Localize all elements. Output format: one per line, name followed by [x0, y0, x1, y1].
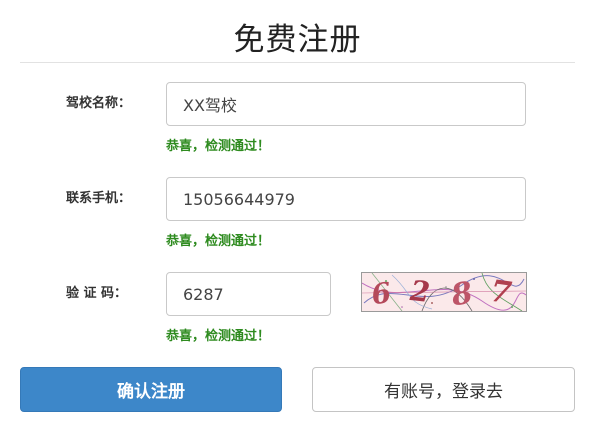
submit-register-button[interactable]: 确认注册	[20, 367, 282, 412]
captcha-label: 验 证 码：	[66, 286, 128, 301]
captcha-char: 8	[448, 275, 476, 311]
title-divider	[20, 62, 575, 63]
captcha-hint: 恭喜，检测通过！	[166, 329, 271, 344]
school-name-hint: 恭喜，检测通过！	[166, 139, 271, 154]
phone-input[interactable]	[166, 177, 526, 221]
register-page: 免费注册 驾校名称： 恭喜，检测通过！ 联系手机： 恭喜，检测通过！ 验 证 码…	[0, 0, 595, 429]
captcha-image[interactable]: 6 2 8 7	[361, 272, 527, 312]
phone-hint: 恭喜，检测通过！	[166, 234, 271, 249]
captcha-char: 2	[408, 274, 432, 309]
school-name-label: 驾校名称：	[66, 96, 132, 111]
school-name-input[interactable]	[166, 82, 526, 126]
go-login-button[interactable]: 有账号，登录去	[312, 367, 575, 412]
page-title: 免费注册	[233, 22, 362, 58]
captcha-input[interactable]	[166, 272, 331, 316]
phone-label: 联系手机：	[66, 191, 132, 206]
captcha-svg: 6 2 8 7	[362, 273, 526, 311]
captcha-char: 6	[369, 276, 393, 311]
captcha-char: 7	[488, 274, 514, 311]
